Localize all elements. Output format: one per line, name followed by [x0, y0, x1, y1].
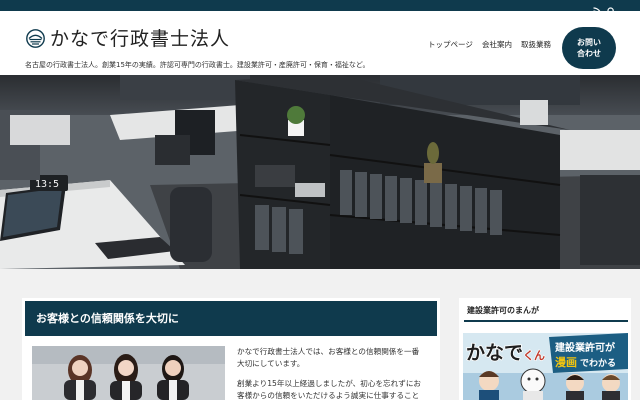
intro-paragraph-line-4: 客様からの信頼をいただけるよう誠実に仕事すること — [237, 391, 420, 400]
site-tagline: 名古屋の行政書士法人。創業15年の実績。許認可専門の行政書士。建設業許可・産廃許… — [25, 61, 370, 69]
intro-paragraph-line-3: 創業より15年以上経過しましたが、初心を忘れずにお — [237, 379, 422, 388]
manga-title-suffix: くん — [523, 349, 545, 362]
manga-caption-1: 建設業許可が — [554, 341, 616, 354]
site-title[interactable]: かなで行政書士法人 — [50, 27, 230, 51]
kanade-emblem-logo[interactable] — [26, 29, 45, 48]
contact-button-label-2: 合わせ — [577, 49, 601, 58]
manga-caption-2b: でわかる — [580, 358, 616, 369]
rss-icon[interactable] — [593, 1, 602, 16]
sidebar-widget-title: 建設業許可のまんが — [467, 306, 539, 315]
intro-paragraph-line-2: 大切にしています。 — [237, 359, 305, 368]
nav-item-services[interactable]: 取扱業務 — [521, 40, 551, 50]
staff-photo — [32, 346, 225, 400]
search-icon[interactable] — [607, 1, 616, 16]
sidebar-title-underline — [464, 320, 628, 322]
manga-caption-2a: 漫画 — [555, 355, 577, 369]
manga-title: かなで — [466, 342, 523, 364]
nav-item-top-page[interactable]: トップページ — [428, 40, 473, 50]
clock-display: 13:5 — [35, 179, 59, 190]
top-bar — [0, 0, 640, 16]
contact-button[interactable]: お問い 合わせ — [562, 27, 616, 69]
nav-item-company[interactable]: 会社案内 — [482, 40, 512, 50]
contact-button-label-1: お問い — [577, 38, 601, 47]
intro-paragraph-line-1: かなで行政書士法人では、お客様との信頼関係を一番 — [237, 347, 420, 356]
manga-banner[interactable]: かなで くん 建設業許可が 漫画 でわかる — [463, 333, 628, 400]
hero-office-image: 13:5 — [0, 75, 640, 269]
section-heading: お客様との信頼関係を大切に — [36, 312, 179, 325]
